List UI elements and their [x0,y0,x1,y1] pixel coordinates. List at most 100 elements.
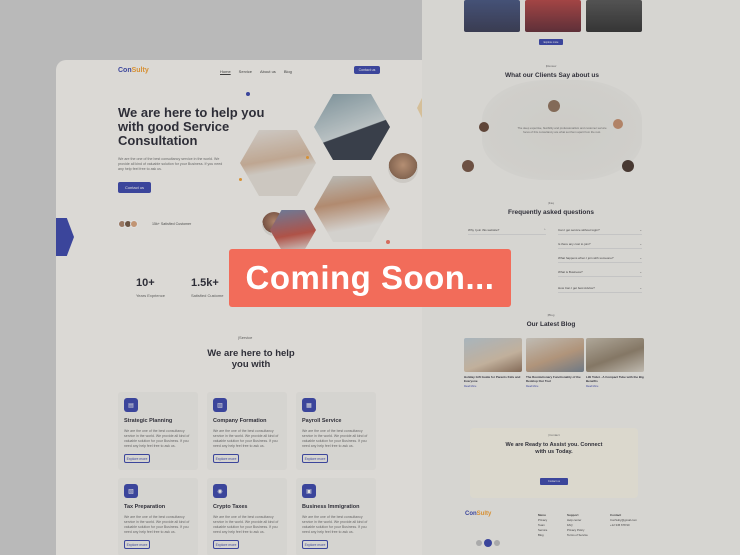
faq-item[interactable]: Is there any cost to join? ⌄ [558,240,642,249]
footer-menu: Menu Privacy Team Service Blog [538,513,547,538]
nav-links: Home Service About us Blog [220,69,292,74]
blog-image [586,338,644,372]
service-card-description: We are the one of the best consultancy s… [124,515,190,534]
service-card: ▦ Payroll Service We are the one of the … [296,392,376,470]
blog-card-title: Lilli Toilet - A Compact Tube with the B… [586,375,644,383]
team-photo [586,0,642,32]
footer-link[interactable]: Terms of Service [567,533,588,538]
client-avatar [613,119,623,129]
client-avatar [479,122,489,132]
faq-question: Why I join this website? [468,228,500,232]
nav-link-home[interactable]: Home [220,69,231,74]
service-card-description: We are the one of the best consultancy s… [213,515,279,534]
faq-question: Can I get service without login? [558,228,600,232]
footer-heading: Menu [538,513,546,517]
service-card-title: Strategic Planning [124,418,173,424]
explore-more-button[interactable]: Explore more [213,454,239,463]
coming-soon-banner: Coming Soon... [229,249,511,307]
service-card-title: Company Formation [213,418,267,424]
blog-card-title: The Revolutionary Functionality of the D… [526,375,581,383]
blog-card-title: Holiday Gift Guide for Parents Kids and … [464,375,521,383]
blog-card[interactable]: Lilli Toilet - A Compact Tube with the B… [586,338,644,388]
decor-dot [386,240,390,244]
footer-link[interactable]: +12 345 678 90 [610,523,637,528]
faq-item[interactable]: What happens when I join with someone? ⌄ [558,254,642,263]
chevron-down-icon: ⌄ [639,256,642,260]
service-card: ◉ Crypto Taxes We are the one of the bes… [207,478,287,555]
faq-tag: |Faq [548,201,554,205]
footer-logo-main: Con [465,511,477,517]
nav-link-service[interactable]: Service [239,69,252,74]
read-more-link[interactable]: Read More [586,385,644,388]
blog-title: Our Latest Blog [526,321,576,328]
faq-item[interactable]: Why I join this website? ⌃ [468,226,546,235]
contact-section: |Contact We are Ready to Assist you. Con… [470,428,638,498]
team-photo [525,0,581,32]
receipt-icon: ▧ [124,484,138,498]
nav-link-blog[interactable]: Blog [284,69,292,74]
chevron-down-icon: ⌄ [639,270,642,274]
team-explore-button[interactable]: Explore more [539,39,563,45]
stat-years: 10+ Years Exprience [136,277,165,298]
explore-more-button[interactable]: Explore more [302,540,328,549]
chevron-down-icon: ⌄ [639,228,642,232]
footer-heading: Support [567,513,579,517]
service-card-title: Crypto Taxes [213,504,248,510]
faq-item[interactable]: How Can I get best Advice? ⌄ [558,284,642,293]
service-tag: |Service [238,335,253,340]
service-card-title: Tax Preparation [124,504,166,510]
explore-more-button[interactable]: Explore more [213,540,239,549]
service-card-title: Business Immigration [302,504,360,510]
read-more-link[interactable]: Read More [464,385,522,388]
landing-page-mockup: ConSulty Home Service About us Blog Cont… [56,60,444,555]
stats-row: 10+ Years Exprience 1.5k+ Satisfied Cust… [136,277,223,298]
decor-dot [306,156,309,159]
logo[interactable]: ConSulty [118,67,149,74]
chevron-down-icon: ⌄ [639,242,642,246]
social-icon[interactable] [494,540,500,546]
service-card: ▤ Strategic Planning We are the one of t… [118,392,198,470]
contact-tag: |Contact [548,433,560,437]
stat-value: 10+ [136,277,155,289]
faq-question: How Can I get best Advice? [558,286,595,290]
explore-more-button[interactable]: Explore more [302,454,328,463]
faq-title: Frequently asked questions [508,209,594,216]
hero-contact-button[interactable]: Contact us [118,182,151,193]
explore-more-button[interactable]: Explore more [124,454,150,463]
contact-title: We are Ready to Assist you. Connect with… [505,442,603,455]
review-tag: |Review [545,64,557,68]
footer-logo[interactable]: ConSulty [465,511,491,517]
footer-heading: Contact [610,513,622,517]
faq-item[interactable]: Can I get service without login? ⌄ [558,226,642,235]
social-icon[interactable] [476,540,482,546]
social-icon[interactable] [484,539,492,547]
chevron-down-icon: ⌄ [639,286,642,290]
hero-photo-man [314,94,390,160]
logo-accent: Sulty [131,67,149,74]
client-avatar [622,160,634,172]
contact-button[interactable]: Contact us [354,66,380,74]
nav-link-about[interactable]: About us [260,69,276,74]
contact-section-button[interactable]: Contact us [540,478,568,485]
service-card: ▥ Company Formation We are the one of th… [207,392,287,470]
blog-card[interactable]: Holiday Gift Guide for Parents Kids and … [464,338,522,388]
clients-title: What our Clients Say about us [505,72,599,79]
service-title: We are here to help you with [207,348,295,370]
hero-description: We are the one of the best consultancy s… [118,157,223,171]
decor-dot [239,178,242,181]
decor-dot [246,92,250,96]
satisfied-customers: 15k+ Satisfied Customer [152,222,192,226]
footer-link[interactable]: Blog [538,533,547,538]
explore-more-button[interactable]: Explore more [124,540,150,549]
team-photo [464,0,520,32]
blog-card[interactable]: The Revolutionary Functionality of the D… [526,338,584,388]
migration-icon: ▣ [302,484,316,498]
service-card-description: We are the one of the best consultancy s… [302,515,368,534]
faq-question: What happens when I join with someone? [558,256,614,260]
faq-question: What is Business? [558,270,583,274]
document-icon: ▦ [302,398,316,412]
blog-image [526,338,584,372]
coin-icon: ◉ [213,484,227,498]
read-more-link[interactable]: Read More [526,385,584,388]
faq-item[interactable]: What is Business? ⌄ [558,268,642,277]
